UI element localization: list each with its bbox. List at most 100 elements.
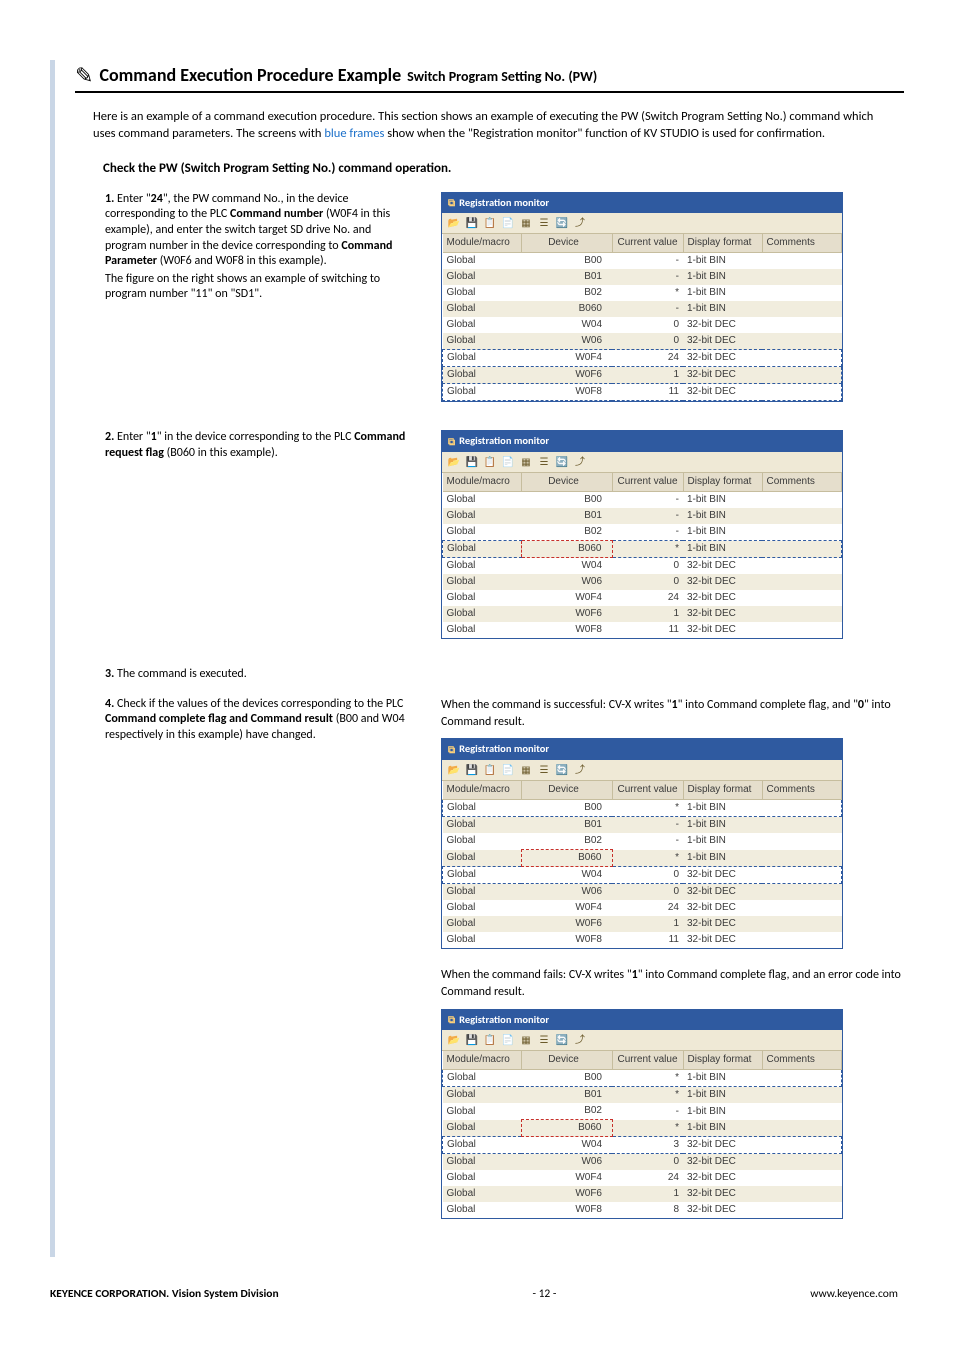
regmon-title: Registration monitor [459, 196, 549, 211]
cell-comments [762, 492, 842, 509]
cell-module: Global [443, 850, 522, 867]
table-row: GlobalW06032-bit DEC [443, 574, 842, 590]
cell-format: 32-bit DEC [683, 590, 762, 606]
cell-format: 32-bit DEC [683, 1137, 762, 1154]
cell-format: 1-bit BIN [683, 1087, 762, 1104]
col-module[interactable]: Module/macro [443, 1051, 522, 1070]
toolbar-export-icon[interactable]: ⤴ [573, 763, 587, 777]
intro-blue: blue frames [324, 126, 384, 141]
cell-format: 1-bit BIN [683, 301, 762, 317]
toolbar-copy-icon[interactable]: 📋 [483, 216, 497, 230]
footer-left: KEYENCE CORPORATION. Vision System Divis… [50, 1287, 279, 1301]
cell-device: B060 [521, 541, 612, 558]
cell-comments [762, 1087, 842, 1104]
cell-comments [762, 1120, 842, 1137]
col-device[interactable]: Device [521, 781, 612, 800]
cell-current: 24 [612, 900, 683, 916]
cell-current: - [612, 817, 683, 834]
col-comments[interactable]: Comments [762, 234, 842, 253]
toolbar-refresh-icon[interactable]: 🔄 [555, 216, 569, 230]
cell-comments [762, 1137, 842, 1154]
toolbar-save-icon[interactable]: 💾 [465, 455, 479, 469]
cell-module: Global [443, 301, 522, 317]
col-device[interactable]: Device [521, 234, 612, 253]
cell-format: 32-bit DEC [683, 317, 762, 333]
toolbar-copy-icon[interactable]: 📋 [483, 455, 497, 469]
toolbar-list-icon[interactable]: ☰ [537, 455, 551, 469]
toolbar-list-icon[interactable]: ☰ [537, 1033, 551, 1047]
cell-device: B01 [521, 1087, 612, 1104]
cell-comments [762, 800, 842, 817]
toolbar-paste-icon[interactable]: 📄 [501, 216, 515, 230]
intro-text: Here is an example of a command executio… [93, 109, 886, 143]
col-device[interactable]: Device [521, 1051, 612, 1070]
cell-current: 1 [612, 916, 683, 932]
toolbar-refresh-icon[interactable]: 🔄 [555, 1033, 569, 1047]
step4-num: 4. [105, 697, 114, 711]
col-comments[interactable]: Comments [762, 473, 842, 492]
cell-comments [762, 590, 842, 606]
cell-comments [762, 1070, 842, 1087]
col-current[interactable]: Current value [612, 234, 683, 253]
toolbar-grid-icon[interactable]: ▦ [519, 763, 533, 777]
col-format[interactable]: Display format [683, 1051, 762, 1070]
cell-device: B02 [521, 833, 612, 850]
toolbar-save-icon[interactable]: 💾 [465, 763, 479, 777]
cell-current: 3 [612, 1137, 683, 1154]
toolbar-copy-icon[interactable]: 📋 [483, 763, 497, 777]
cell-comments [762, 900, 842, 916]
cell-comments [762, 508, 842, 524]
toolbar-open-icon[interactable]: 📂 [447, 1033, 461, 1047]
toolbar-grid-icon[interactable]: ▦ [519, 216, 533, 230]
cell-module: Global [443, 253, 522, 270]
toolbar-paste-icon[interactable]: 📄 [501, 455, 515, 469]
col-format[interactable]: Display format [683, 781, 762, 800]
toolbar-open-icon[interactable]: 📂 [447, 763, 461, 777]
toolbar-open-icon[interactable]: 📂 [447, 216, 461, 230]
cell-current: 1 [612, 1186, 683, 1202]
toolbar-refresh-icon[interactable]: 🔄 [555, 763, 569, 777]
cell-format: 1-bit BIN [683, 800, 762, 817]
toolbar-export-icon[interactable]: ⤴ [573, 1033, 587, 1047]
col-module[interactable]: Module/macro [443, 234, 522, 253]
cell-current: * [612, 1087, 683, 1104]
col-comments[interactable]: Comments [762, 1051, 842, 1070]
cell-current: 1 [612, 367, 683, 384]
cell-current: 11 [612, 384, 683, 401]
col-format[interactable]: Display format [683, 234, 762, 253]
pen-icon: ✎ [75, 62, 93, 89]
toolbar-export-icon[interactable]: ⤴ [573, 216, 587, 230]
cell-comments [762, 384, 842, 401]
cell-format: 32-bit DEC [683, 333, 762, 350]
window-icon: ⧉ [448, 435, 455, 449]
regmon-table: Module/macroDeviceCurrent valueDisplay f… [442, 1051, 842, 1218]
col-comments[interactable]: Comments [762, 781, 842, 800]
toolbar-list-icon[interactable]: ☰ [537, 763, 551, 777]
cell-comments [762, 253, 842, 270]
cell-current: * [612, 1120, 683, 1137]
col-module[interactable]: Module/macro [443, 781, 522, 800]
toolbar-grid-icon[interactable]: ▦ [519, 455, 533, 469]
col-device[interactable]: Device [521, 473, 612, 492]
regmon-1: ⧉Registration monitor📂💾📋📄▦☰🔄⤴Module/macr… [441, 192, 843, 403]
toolbar-export-icon[interactable]: ⤴ [573, 455, 587, 469]
cell-module: Global [443, 508, 522, 524]
cell-module: Global [443, 1087, 522, 1104]
toolbar-refresh-icon[interactable]: 🔄 [555, 455, 569, 469]
col-current[interactable]: Current value [612, 1051, 683, 1070]
toolbar-paste-icon[interactable]: 📄 [501, 763, 515, 777]
toolbar-open-icon[interactable]: 📂 [447, 455, 461, 469]
toolbar-copy-icon[interactable]: 📋 [483, 1033, 497, 1047]
col-format[interactable]: Display format [683, 473, 762, 492]
toolbar-save-icon[interactable]: 💾 [465, 216, 479, 230]
toolbar-grid-icon[interactable]: ▦ [519, 1033, 533, 1047]
toolbar-list-icon[interactable]: ☰ [537, 216, 551, 230]
col-current[interactable]: Current value [612, 781, 683, 800]
col-module[interactable]: Module/macro [443, 473, 522, 492]
cell-module: Global [443, 333, 522, 350]
toolbar-save-icon[interactable]: 💾 [465, 1033, 479, 1047]
toolbar-paste-icon[interactable]: 📄 [501, 1033, 515, 1047]
cell-format: 32-bit DEC [683, 558, 762, 575]
col-current[interactable]: Current value [612, 473, 683, 492]
cell-module: Global [443, 317, 522, 333]
